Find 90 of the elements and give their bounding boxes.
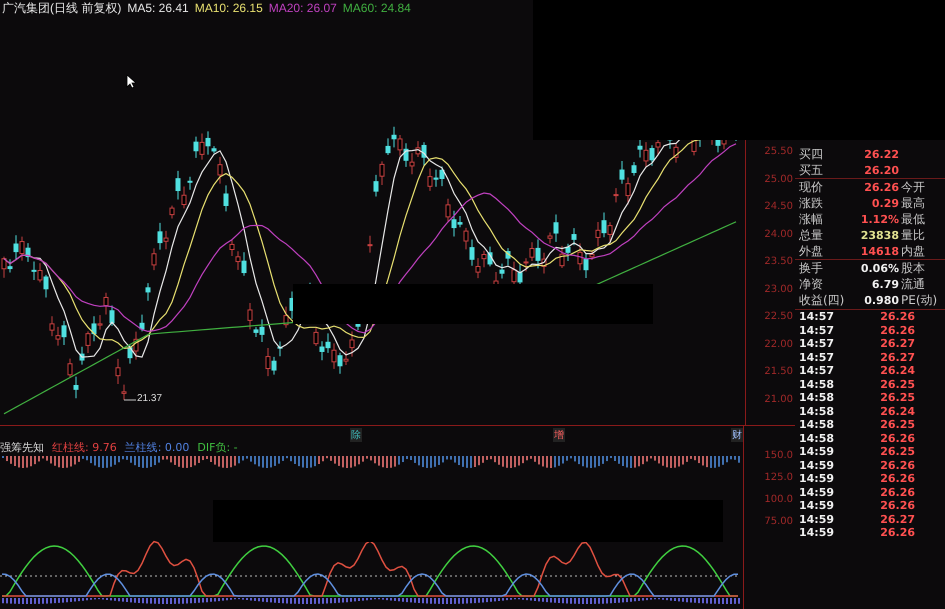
indicator-axis-label: 100.0 [764,494,793,505]
quote-value: 26.20 [863,164,899,176]
quote-value: 23838 [860,228,899,242]
mouse-cursor-icon [126,74,136,89]
trade-price: 26.27 [879,350,915,364]
price-axis-label: 25.00 [764,174,793,184]
trade-time: 14:57 [798,350,836,364]
trade-time: 14:59 [798,512,836,526]
trade-price: 26.24 [879,364,915,378]
indicator-name: 强筹先知 [0,440,44,455]
trade-time: 14:59 [798,445,836,458]
quote-label: 总量 [798,226,824,244]
quote-value: 0.06% [860,262,899,274]
trade-price: 26.26 [879,486,915,499]
indicator-legend-value: 兰柱线: 0.00 [124,440,190,455]
moving-average-value: MA5: 26.41 [127,1,189,15]
quote-value: 14618 [860,244,899,258]
trade-price: 26.25 [879,418,915,432]
trade-time: 14:57 [798,337,836,350]
price-axis-label: 24.00 [764,228,793,240]
trade-price: 26.26 [879,472,915,486]
quote-value: 1.12% [860,212,899,226]
price-axis-label: 23.50 [764,256,793,267]
trade-price: 26.27 [879,337,915,350]
trade-time: 14:57 [798,364,836,378]
trade-price: 26.25 [879,378,915,391]
quote-value: 6.79 [870,278,899,290]
event-marker: 除 [350,428,362,442]
trade-price: 26.26 [879,310,915,324]
trade-time: 14:57 [798,310,836,324]
quote-label: 外盘 [798,242,824,260]
trade-price: 26.27 [879,512,915,526]
price-axis-label: 25.50 [764,146,793,157]
trade-time: 14:58 [798,418,836,432]
quote-label: 量比 [900,226,925,244]
price-axis-label: 23.00 [764,284,793,294]
quote-label: 现价 [798,178,824,196]
trade-price: 26.24 [879,404,915,418]
price-axis-label: 21.50 [764,366,793,377]
quote-label: 最低 [900,210,925,228]
price-axis-label: 22.00 [764,338,793,350]
indicator-axis-label: 125.0 [764,472,793,483]
trade-time: 14:59 [798,472,836,486]
trade-time: 14:58 [798,404,836,418]
trade-price: 26.26 [879,499,915,512]
indicator-legend-value: DIF负: - [197,440,238,455]
trade-price: 26.25 [879,391,915,404]
trade-price: 26.26 [879,324,915,337]
quote-label: 净资 [798,276,824,292]
event-marker: 财 [731,428,743,442]
quote-value: 0.29 [870,196,899,210]
low-price-label: 21.37 [137,393,162,404]
quote-label: 涨幅 [798,210,824,228]
price-axis-label: 24.50 [764,201,793,212]
quote-label: 买五 [798,162,824,178]
trade-time: 14:59 [798,526,836,540]
quote-value: 26.26 [863,180,899,194]
price-axis-label: 22.50 [764,311,793,322]
quote-label: 涨跌 [798,194,824,212]
trade-time: 14:58 [798,432,836,445]
trade-time: 14:59 [798,458,836,472]
event-marker: 增 [553,428,565,442]
indicator-axis-label: 75.00 [764,516,793,527]
stock-title: 广汽集团(日线 前复权) [2,0,122,16]
trade-price: 26.26 [879,432,915,445]
quote-label: 股本 [900,260,925,276]
price-axis-label: 21.00 [764,394,793,404]
trade-price: 26.26 [879,526,915,540]
quote-label: 内盘 [900,242,925,260]
trade-time: 14:58 [798,391,836,404]
quote-value: 26.22 [863,148,899,160]
quote-label: 买四 [798,146,824,162]
trade-price: 26.25 [879,445,915,458]
indicator-legend-value: 红柱线: 9.76 [52,440,117,455]
trade-price: 26.26 [879,458,915,472]
quote-label: 今开 [900,178,925,196]
moving-average-value: MA60: 24.84 [342,1,411,15]
trade-time: 14:59 [798,499,836,512]
indicator-axis-label: 150.0 [764,450,793,461]
trade-time: 14:59 [798,486,836,499]
trade-time: 14:58 [798,378,836,391]
trade-time: 14:57 [798,324,836,337]
moving-average-value: MA10: 26.15 [194,1,263,15]
quote-value: 0.980 [863,294,899,306]
quote-label: 换手 [798,260,824,276]
quote-label: 流通 [900,276,925,292]
quote-label: 最高 [900,194,925,212]
moving-average-value: MA20: 26.07 [268,1,337,15]
quote-label: PE(动) [900,292,938,308]
quote-label: 收益(四) [798,292,846,308]
